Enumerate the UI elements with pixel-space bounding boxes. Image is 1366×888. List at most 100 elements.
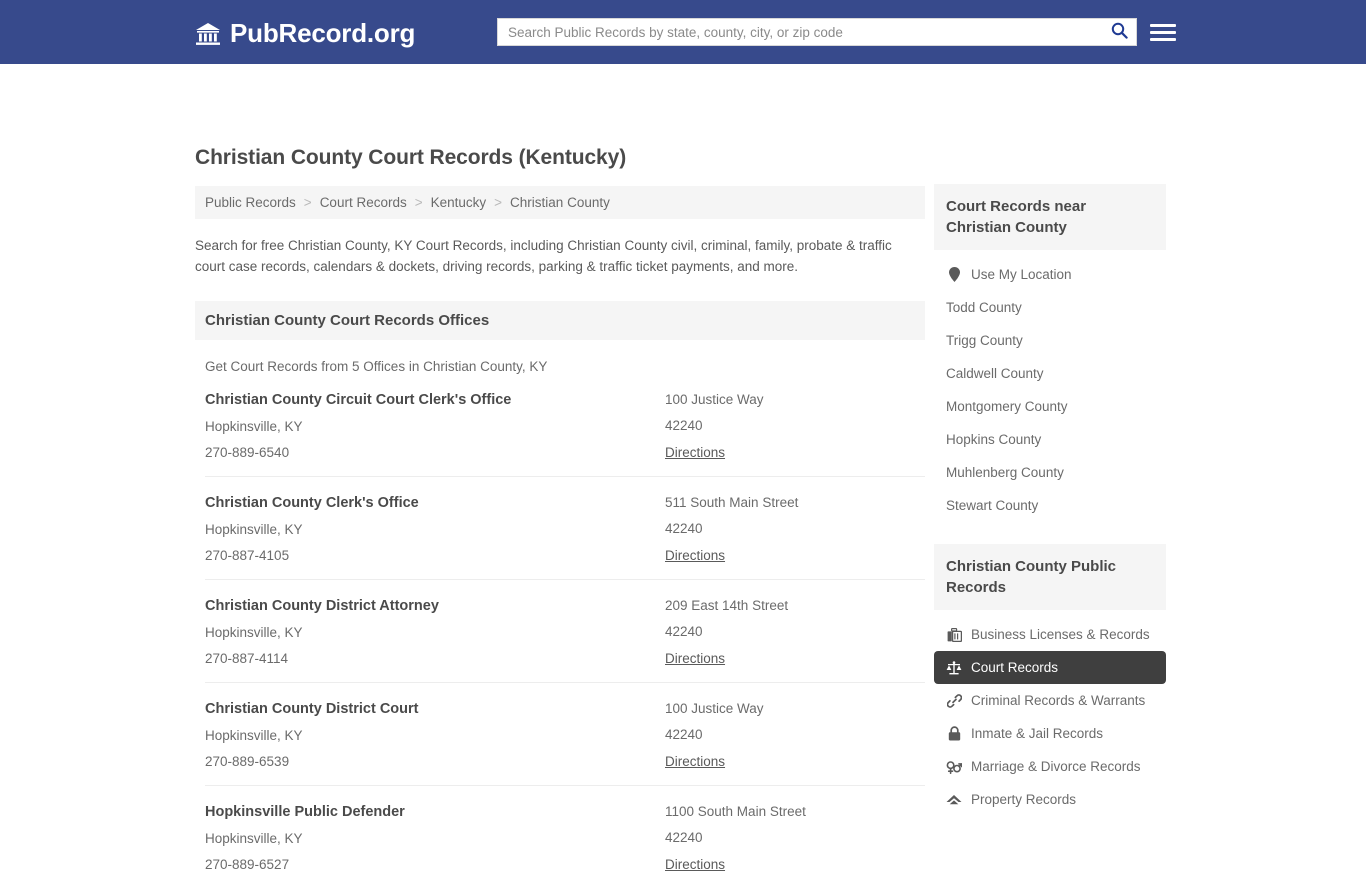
office-address: 1100 South Main Street 42240 Directions	[665, 804, 925, 874]
nearby-item-label: Caldwell County	[946, 366, 1044, 381]
office-address: 511 South Main Street 42240 Directions	[665, 495, 925, 565]
public-records-panel-title: Christian County Public Records	[934, 544, 1166, 610]
breadcrumb-item-kentucky[interactable]: Kentucky	[431, 195, 487, 210]
nearby-item-label: Hopkins County	[946, 432, 1042, 447]
public-records-panel: Christian County Public Records Business…	[934, 544, 1166, 816]
brand-name: PubRecord.org	[230, 18, 416, 48]
directions-link[interactable]: Directions	[665, 754, 725, 769]
page-description: Search for free Christian County, KY Cou…	[195, 238, 892, 274]
office-street: 511 South Main Street	[665, 495, 799, 510]
nearby-county-item[interactable]: Caldwell County	[934, 357, 1166, 390]
nearby-item-label: Trigg County	[946, 333, 1023, 348]
breadcrumb-separator: >	[494, 195, 503, 210]
office-row: Christian County Circuit Court Clerk's O…	[205, 374, 925, 476]
office-city-state: Hopkinsville, KY	[205, 728, 303, 743]
search-icon	[1111, 22, 1128, 42]
nearby-county-item[interactable]: Todd County	[934, 291, 1166, 324]
public-records-item[interactable]: Business Licenses & Records	[934, 618, 1166, 651]
breadcrumb-item-court-records[interactable]: Court Records	[320, 195, 407, 210]
use-my-location-item[interactable]: Use My Location	[934, 258, 1166, 291]
office-city-state: Hopkinsville, KY	[205, 522, 303, 537]
breadcrumb-item-christian-county[interactable]: Christian County	[510, 195, 610, 210]
office-zip: 42240	[665, 521, 703, 536]
nearby-panel: Court Records near Christian County Use …	[934, 184, 1166, 522]
office-street: 100 Justice Way	[665, 701, 764, 716]
office-phone[interactable]: 270-889-6539	[205, 754, 665, 769]
public-records-item[interactable]: Criminal Records & Warrants	[934, 684, 1166, 717]
office-phone[interactable]: 270-887-4105	[205, 548, 665, 563]
nearby-county-item[interactable]: Trigg County	[934, 324, 1166, 357]
public-records-item-label: Inmate & Jail Records	[971, 726, 1104, 741]
office-info: Hopkinsville Public Defender Hopkinsville…	[205, 804, 665, 874]
breadcrumb-separator: >	[303, 195, 312, 210]
site-logo[interactable]: PubRecord.org	[195, 18, 415, 49]
nearby-item-label: Stewart County	[946, 498, 1039, 513]
section-subtitle: Get Court Records from 5 Offices in Chri…	[205, 359, 548, 374]
sidebar: Court Records near Christian County Use …	[934, 184, 1166, 822]
office-street: 209 East 14th Street	[665, 598, 789, 613]
briefcase-icon	[946, 627, 962, 642]
directions-link[interactable]: Directions	[665, 857, 725, 872]
search-bar	[497, 18, 1137, 46]
office-city-state: Hopkinsville, KY	[205, 831, 303, 846]
office-name: Christian County District Court	[205, 701, 419, 717]
nearby-county-item[interactable]: Stewart County	[934, 489, 1166, 522]
site-header: PubRecord.org	[0, 0, 1366, 64]
public-records-item-label: Criminal Records & Warrants	[971, 693, 1146, 708]
office-phone[interactable]: 270-889-6540	[205, 445, 665, 460]
office-info: Christian County Circuit Court Clerk's O…	[205, 392, 665, 462]
public-records-item[interactable]: Marriage & Divorce Records	[934, 750, 1166, 783]
breadcrumb-item-public-records[interactable]: Public Records	[205, 195, 296, 210]
search-button[interactable]	[1102, 19, 1136, 45]
office-name: Christian County Circuit Court Clerk's O…	[205, 392, 512, 408]
office-city-state: Hopkinsville, KY	[205, 625, 303, 640]
office-address: 100 Justice Way 42240 Directions	[665, 701, 925, 771]
office-phone[interactable]: 270-887-4114	[205, 651, 665, 666]
map-pin-icon	[946, 267, 962, 282]
search-input[interactable]	[498, 19, 1102, 45]
public-records-item-label: Court Records	[971, 660, 1059, 675]
section-title: Christian County Court Records Offices	[195, 301, 925, 340]
public-records-item[interactable]: Court Records	[934, 651, 1166, 684]
directions-link[interactable]: Directions	[665, 445, 725, 460]
house-icon	[946, 794, 962, 806]
directions-link[interactable]: Directions	[665, 651, 725, 666]
office-street: 1100 South Main Street	[665, 804, 806, 819]
public-records-item[interactable]: Inmate & Jail Records	[934, 717, 1166, 750]
office-name: Hopkinsville Public Defender	[205, 804, 405, 820]
office-zip: 42240	[665, 727, 703, 742]
office-row: Christian County District Attorney Hopkin…	[205, 579, 925, 682]
nearby-county-item[interactable]: Hopkins County	[934, 423, 1166, 456]
office-info: Christian County District Attorney Hopkin…	[205, 598, 665, 668]
office-phone[interactable]: 270-889-6527	[205, 857, 665, 872]
nearby-county-item[interactable]: Montgomery County	[934, 390, 1166, 423]
public-records-item-label: Marriage & Divorce Records	[971, 759, 1141, 774]
nearby-item-label: Todd County	[946, 300, 1022, 315]
nearby-item-label: Use My Location	[971, 267, 1072, 282]
office-city-state: Hopkinsville, KY	[205, 419, 303, 434]
office-info: Christian County Clerk's Office Hopkinsvi…	[205, 495, 665, 565]
office-address: 209 East 14th Street 42240 Directions	[665, 598, 925, 668]
link-chain-icon	[946, 693, 962, 708]
breadcrumb-separator: >	[414, 195, 423, 210]
office-row: Christian County Clerk's Office Hopkinsvi…	[205, 476, 925, 579]
nearby-item-label: Muhlenberg County	[946, 465, 1064, 480]
public-records-item[interactable]: Property Records	[934, 783, 1166, 816]
office-address: 100 Justice Way 42240 Directions	[665, 392, 925, 462]
public-records-item-label: Property Records	[971, 792, 1077, 807]
nearby-county-item[interactable]: Muhlenberg County	[934, 456, 1166, 489]
office-info: Christian County District Court Hopkinsvi…	[205, 701, 665, 771]
office-zip: 42240	[665, 418, 703, 433]
office-zip: 42240	[665, 830, 703, 845]
directions-link[interactable]: Directions	[665, 548, 725, 563]
main-content: Christian County Court Records (Kentucky…	[195, 146, 925, 888]
scales-of-justice-icon	[946, 660, 962, 675]
hamburger-menu-icon[interactable]	[1150, 19, 1176, 45]
venus-mars-icon	[946, 760, 962, 774]
office-list: Christian County Circuit Court Clerk's O…	[195, 374, 925, 888]
public-records-item-label: Business Licenses & Records	[971, 627, 1150, 642]
office-row: Hopkinsville Public Defender Hopkinsville…	[205, 785, 925, 888]
nearby-panel-title: Court Records near Christian County	[934, 184, 1166, 250]
office-name: Christian County Clerk's Office	[205, 495, 419, 511]
lock-icon	[946, 726, 962, 741]
